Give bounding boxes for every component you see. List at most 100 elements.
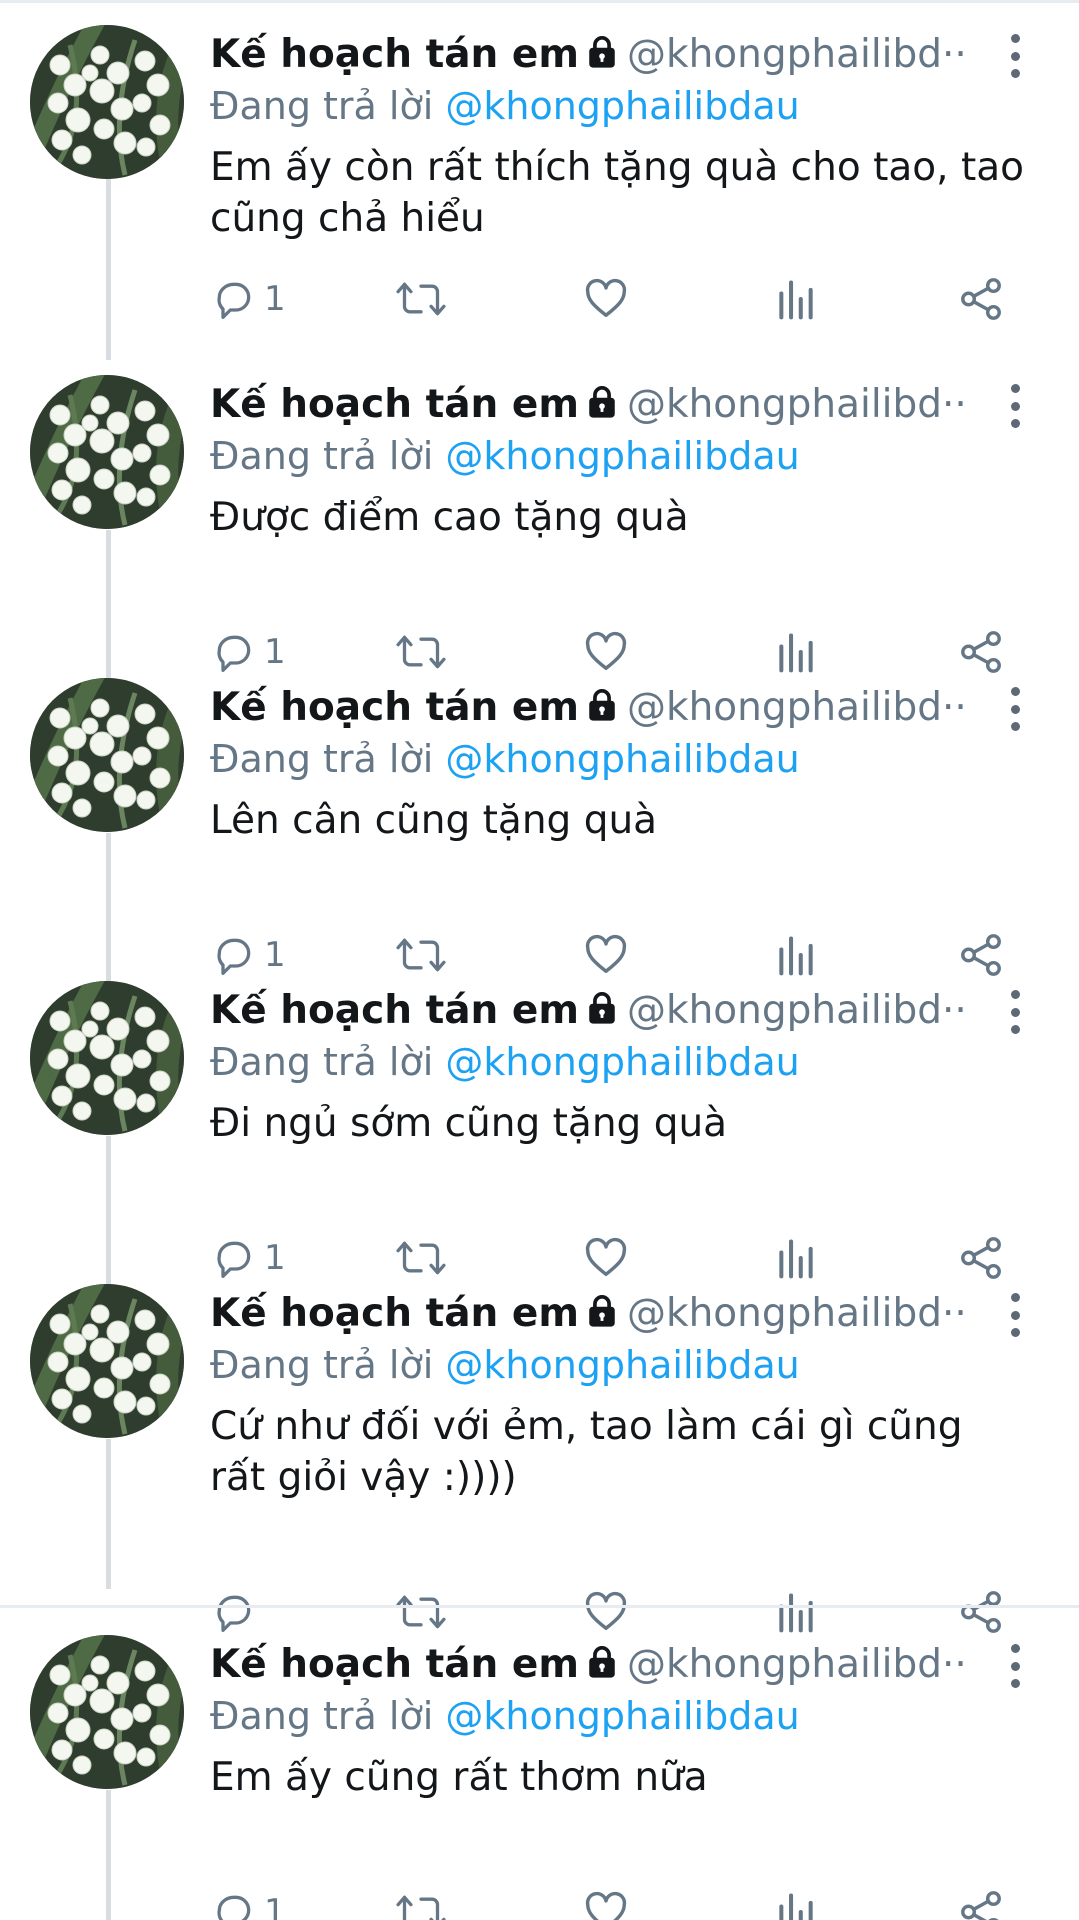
reply-mention-link[interactable]: @khongphailibdau [445, 737, 799, 781]
analytics-button[interactable] [774, 269, 818, 329]
reply-icon [217, 1241, 251, 1278]
share-button[interactable] [958, 925, 1004, 985]
analytics-icon [779, 1593, 813, 1633]
share-button[interactable] [958, 269, 1004, 329]
replying-to-line: Đang trả lời @khongphailibdau [210, 80, 1040, 132]
share-icon [961, 1591, 1001, 1633]
tweet-actions-bar: 1 [0, 1228, 1079, 1288]
avatar[interactable] [30, 981, 184, 1135]
retweet-button[interactable] [394, 1582, 448, 1642]
display-name[interactable]: Kế hoạch tán em [210, 1291, 579, 1336]
avatar[interactable] [30, 25, 184, 179]
analytics-button[interactable] [774, 925, 818, 985]
user-handle[interactable]: @khongphailibd··· [627, 685, 970, 730]
analytics-button[interactable] [774, 1228, 818, 1288]
retweet-icon [396, 938, 446, 972]
share-icon [961, 1891, 1001, 1920]
replying-to-label: Đang trả lời [210, 1040, 434, 1084]
more-options-icon[interactable] [1003, 990, 1027, 1034]
reply-button[interactable]: 1 [212, 1882, 286, 1920]
more-options-icon[interactable] [1003, 384, 1027, 428]
tweet-header: Kế hoạch tán em @khongphailibd··· [210, 984, 970, 1038]
share-button[interactable] [958, 1582, 1004, 1642]
reply-button[interactable]: 1 [212, 1228, 286, 1288]
tweet-actions-bar: 1 [0, 269, 1079, 329]
lily-of-the-valley-avatar-image [30, 1284, 184, 1438]
share-button[interactable] [958, 1228, 1004, 1288]
retweet-icon [396, 1241, 446, 1275]
more-options-icon[interactable] [1003, 34, 1027, 78]
lily-of-the-valley-avatar-image [30, 1635, 184, 1789]
reply-mention-link[interactable]: @khongphailibdau [445, 1694, 799, 1738]
like-button[interactable] [583, 925, 629, 985]
retweet-button[interactable] [394, 925, 448, 985]
reply-icon [217, 282, 251, 319]
analytics-button[interactable] [774, 1882, 818, 1920]
retweet-button[interactable] [394, 1882, 448, 1920]
reply-button[interactable] [212, 1582, 264, 1642]
display-name[interactable]: Kế hoạch tán em [210, 685, 579, 730]
user-handle[interactable]: @khongphailibd··· [627, 382, 970, 427]
analytics-icon [779, 1893, 813, 1920]
lock-icon [585, 1640, 619, 1692]
replying-to-label: Đang trả lời [210, 434, 434, 478]
avatar[interactable] [30, 1284, 184, 1438]
lily-of-the-valley-avatar-image [30, 25, 184, 179]
retweet-button[interactable] [394, 622, 448, 682]
avatar[interactable] [30, 375, 184, 529]
like-button[interactable] [583, 1582, 629, 1642]
user-handle[interactable]: @khongphailibd··· [627, 1291, 970, 1336]
display-name[interactable]: Kế hoạch tán em [210, 382, 579, 427]
reply-count: 1 [264, 1238, 286, 1278]
like-button[interactable] [583, 1228, 629, 1288]
thread-connector-line [106, 1439, 111, 1589]
replying-to-label: Đang trả lời [210, 737, 434, 781]
more-options-icon[interactable] [1003, 687, 1027, 731]
conversation-divider [0, 1605, 1079, 1608]
heart-icon [585, 1237, 627, 1277]
reply-icon [217, 1895, 251, 1920]
reply-button[interactable]: 1 [212, 925, 286, 985]
user-handle[interactable]: @khongphailibd··· [627, 988, 970, 1033]
like-button[interactable] [583, 622, 629, 682]
tweet-header: Kế hoạch tán em @khongphailibd··· [210, 681, 970, 735]
tweet-text: Được điểm cao tặng quà [210, 495, 689, 540]
tweet-text: Em ấy cũng rất thơm nữa [210, 1755, 708, 1800]
top-divider [0, 0, 1079, 3]
avatar[interactable] [30, 1635, 184, 1789]
reply-button[interactable]: 1 [212, 622, 286, 682]
reply-mention-link[interactable]: @khongphailibdau [445, 434, 799, 478]
avatar[interactable] [30, 678, 184, 832]
reply-mention-link[interactable]: @khongphailibdau [445, 1343, 799, 1387]
user-handle[interactable]: @khongphailibd··· [627, 1642, 970, 1687]
share-button[interactable] [958, 1882, 1004, 1920]
reply-mention-link[interactable]: @khongphailibdau [445, 84, 799, 128]
like-button[interactable] [583, 1882, 629, 1920]
retweet-icon [396, 1595, 446, 1629]
retweet-button[interactable] [394, 1228, 448, 1288]
display-name[interactable]: Kế hoạch tán em [210, 988, 579, 1033]
analytics-button[interactable] [774, 622, 818, 682]
lock-icon [585, 30, 619, 82]
reply-button[interactable]: 1 [212, 269, 286, 329]
share-button[interactable] [958, 622, 1004, 682]
reply-count: 1 [264, 935, 286, 975]
retweet-icon [396, 1895, 446, 1920]
more-options-icon[interactable] [1003, 1644, 1027, 1688]
tweet-actions-bar: 1 [0, 622, 1079, 682]
replying-to-label: Đang trả lời [210, 1694, 434, 1738]
display-name[interactable]: Kế hoạch tán em [210, 32, 579, 77]
user-handle[interactable]: @khongphailibd··· [627, 32, 970, 77]
retweet-icon [396, 635, 446, 669]
retweet-button[interactable] [394, 269, 448, 329]
reply-mention-link[interactable]: @khongphailibdau [445, 1040, 799, 1084]
tweet-header: Kế hoạch tán em @khongphailibd··· [210, 378, 970, 432]
display-name[interactable]: Kế hoạch tán em [210, 1642, 579, 1687]
heart-icon [585, 1891, 627, 1920]
tweet-header: Kế hoạch tán em @khongphailibd··· [210, 1287, 970, 1341]
replying-to-line: Đang trả lời @khongphailibdau [210, 1690, 1040, 1742]
like-button[interactable] [583, 269, 629, 329]
analytics-button[interactable] [774, 1582, 818, 1642]
tweet-text: Em ấy còn rất thích tặng quà cho tao, ta… [210, 145, 1024, 241]
more-options-icon[interactable] [1003, 1293, 1027, 1337]
